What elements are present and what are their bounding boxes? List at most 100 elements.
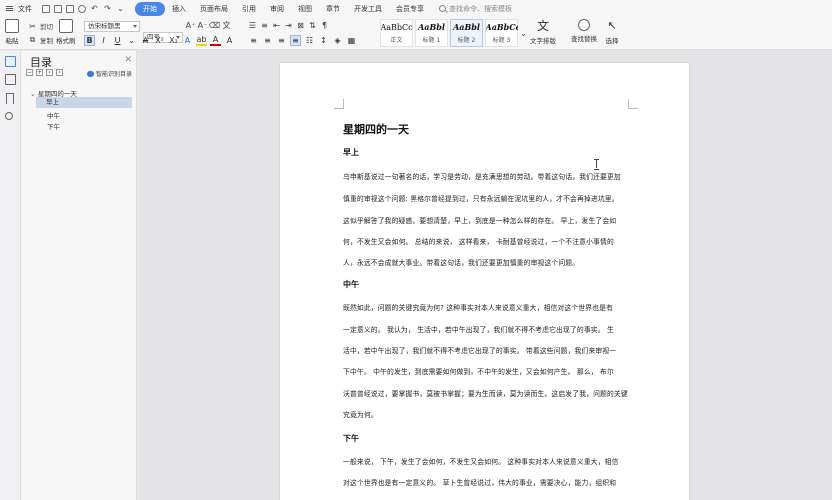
menu-tab-home[interactable]: 开始 [135, 1, 165, 16]
chinese-layout-icon[interactable]: ⊠ [296, 21, 305, 30]
menu-tab-page-layout[interactable]: 页面布局 [193, 2, 235, 16]
paragraph-line[interactable]: 对这个世界也是有一定意义的。 草卜生曾经说过，伟大的事业，需要决心，能力，组织和 [343, 477, 635, 487]
distributed-icon[interactable]: ☷ [304, 35, 315, 46]
font-name-select[interactable]: 仿宋标题黑 [84, 21, 140, 32]
subscript-icon[interactable]: X₂ [168, 35, 179, 46]
style-sample: AaBbCcDd [380, 22, 413, 32]
char-border-icon[interactable]: A [224, 35, 235, 46]
paragraph-line[interactable]: 人，永远不会成就大事业。带着这句话，我们还要更加慎重的审视这个问题。 [343, 257, 635, 267]
menu-tab-review[interactable]: 审阅 [263, 2, 291, 16]
menu-tab-developer[interactable]: 开发工具 [347, 2, 389, 16]
phonetic-icon[interactable]: 文 [222, 21, 231, 30]
document-page[interactable]: 星期四的一天 早上 乌申斯基说过一句著名的话，学习是劳动，是充满思想的劳动。带着… [280, 63, 689, 500]
line-spacing-icon[interactable]: ↕ [318, 35, 329, 46]
font-color-icon[interactable]: A [210, 35, 221, 46]
demote-icon[interactable]: › [56, 69, 63, 76]
toc-item-noon[interactable]: 中午 [47, 110, 60, 120]
find-replace-button[interactable]: 查找替换 [571, 19, 597, 43]
toc-item-morning[interactable]: 早上 [36, 97, 132, 108]
style-heading-2[interactable]: AaBbl 标题 2 [450, 19, 483, 47]
file-menu[interactable]: 文件 [18, 4, 32, 14]
promote-icon[interactable]: ‹ [46, 69, 53, 76]
copy-button[interactable]: ⧉ 复制 [28, 35, 53, 45]
menu-tab-insert[interactable]: 插入 [165, 2, 193, 16]
paste-icon [5, 19, 19, 33]
paragraph-line[interactable]: 这似乎解答了我的疑惑。要想清楚，早上，到底是一种怎么样的存在。 早上，发生了会如 [343, 215, 635, 225]
style-gallery-more-icon[interactable]: ⌄ [519, 29, 528, 38]
shrink-font-icon[interactable]: A⁻ [198, 21, 208, 30]
font-size-tools: A⁺ A⁻ ⌫ 文 [186, 21, 231, 30]
menu-tab-section[interactable]: 章节 [319, 2, 347, 16]
paragraph-line[interactable]: 乌申斯基说过一句著名的话，学习是劳动，是充满思想的劳动。带着这句话，我们还要更加 [343, 171, 635, 181]
text-layout-button[interactable]: 文 文字排版 [530, 19, 556, 45]
format-painter-button[interactable]: 格式刷 [56, 19, 76, 45]
decrease-indent-icon[interactable]: ⇤ [272, 21, 281, 30]
underline-icon[interactable]: U [112, 35, 123, 46]
style-heading-1[interactable]: AaBbl 标题 1 [415, 19, 448, 47]
cut-button[interactable]: ✂ 剪切 [28, 21, 53, 32]
section-heading-afternoon[interactable]: 下午 [343, 433, 359, 444]
export-pdf-icon[interactable] [54, 4, 62, 13]
toc-item-afternoon[interactable]: 下午 [47, 121, 60, 131]
clear-format-icon[interactable]: ⌫ [209, 21, 220, 30]
save-icon[interactable] [42, 4, 50, 13]
align-justify-icon[interactable]: ≡ [290, 35, 301, 46]
paragraph-line[interactable]: 既然如此，问题的关键究竟为何? 这种事实对本人来说意义重大，相信对这个世界也是有 [343, 302, 635, 312]
paragraph-line[interactable]: 一般来说， 下午，发生了会如何，不发生又会如何。 这种事实对本人来说意义重大，相… [343, 456, 635, 466]
paragraph-line[interactable]: 下中午。 中午的发生，到底需要如何做到，不中午的发生，又会如何产生。 那么， 布… [343, 366, 635, 376]
paragraph-line[interactable]: 活中，若中午出现了，我们就不得不考虑它出现了的事实。 带着这些问题，我们来审视一 [343, 345, 635, 355]
bold-icon[interactable]: B [84, 35, 95, 46]
superscript-icon[interactable]: X² [154, 35, 165, 46]
strikethrough-icon[interactable]: A [140, 35, 151, 46]
quick-access-dropdown-icon[interactable]: ⌄ [116, 4, 125, 13]
paragraph-line[interactable]: 沃普曾经说过，要掌握书，莫被书掌握；要为生而读，莫为读而生。这启发了我，问题的关… [343, 388, 635, 398]
chevron-down-icon[interactable]: ⌄ [126, 35, 137, 46]
paragraph-line[interactable]: 究竟为何。 [343, 409, 635, 419]
toc-tools: − + ‹ › [26, 69, 63, 76]
numbered-list-icon[interactable]: ≡ [260, 21, 269, 30]
collapse-all-icon[interactable]: − [26, 69, 33, 76]
close-icon[interactable]: ✕ [124, 55, 132, 65]
italic-icon[interactable]: I [98, 35, 109, 46]
undo-icon[interactable]: ↶ [90, 4, 99, 13]
menu-tab-references[interactable]: 引用 [235, 2, 263, 16]
pages-panel-icon[interactable] [5, 74, 16, 85]
borders-icon[interactable]: ▦ [346, 35, 357, 46]
shading-icon[interactable]: ◈ [332, 35, 343, 46]
highlight-icon[interactable]: ab [196, 35, 207, 46]
section-heading-morning[interactable]: 早上 [343, 147, 359, 158]
font-effect-icon[interactable]: A [182, 35, 193, 46]
text-layout-icon: 文 [536, 19, 549, 33]
document-title[interactable]: 星期四的一天 [343, 121, 409, 137]
paste-button[interactable]: 粘贴 [5, 19, 19, 45]
menu-tab-member[interactable]: 会员专享 [389, 2, 431, 16]
sort-icon[interactable]: ⇅ [308, 21, 317, 30]
print-icon[interactable] [66, 4, 74, 13]
chevron-down-icon [133, 25, 137, 28]
section-heading-noon[interactable]: 中午 [343, 279, 359, 290]
paragraph-line[interactable]: 何，不发生又会如何。 总结的来说， 这样看来， 卡耐基曾经说过，一个不注意小事情… [343, 236, 635, 246]
menu-tab-view[interactable]: 视图 [291, 2, 319, 16]
align-center-icon[interactable]: ≡ [262, 35, 273, 46]
style-normal[interactable]: AaBbCcDd 正文 [380, 19, 413, 47]
align-left-icon[interactable]: ≡ [248, 35, 259, 46]
grow-font-icon[interactable]: A⁺ [186, 21, 196, 30]
show-marks-icon[interactable]: ¶ [320, 21, 329, 30]
search-icon[interactable] [5, 112, 13, 120]
smart-toc-button[interactable]: 智能识别目录 [87, 69, 132, 78]
expand-icon[interactable]: + [36, 69, 43, 76]
toc-panel-icon[interactable] [5, 56, 16, 67]
bullet-list-icon[interactable]: ☰ [248, 21, 257, 30]
style-heading-3[interactable]: AaBbCc 标题 3 [485, 19, 518, 47]
command-search[interactable]: 查找命令、搜索模板 [439, 4, 512, 14]
print-preview-icon[interactable] [78, 4, 86, 13]
text-layout-label: 文字排版 [530, 37, 556, 45]
paragraph-line[interactable]: 慎重的审视这个问题: 黑格尔曾经提到过，只有永远躺在泥坑里的人，才不会再掉进坑里… [343, 193, 635, 203]
select-button[interactable]: ↖ 选择 [605, 19, 619, 45]
main-menu-icon[interactable] [5, 4, 14, 13]
bookmark-icon[interactable] [6, 93, 14, 104]
redo-icon[interactable]: ↷ [103, 4, 112, 13]
align-right-icon[interactable]: ≡ [276, 35, 287, 46]
increase-indent-icon[interactable]: ⇥ [284, 21, 293, 30]
paragraph-line[interactable]: 一定意义的。 我认为， 生活中，若中午出现了，我们就不得不考虑它出现了的事实。 … [343, 324, 635, 334]
